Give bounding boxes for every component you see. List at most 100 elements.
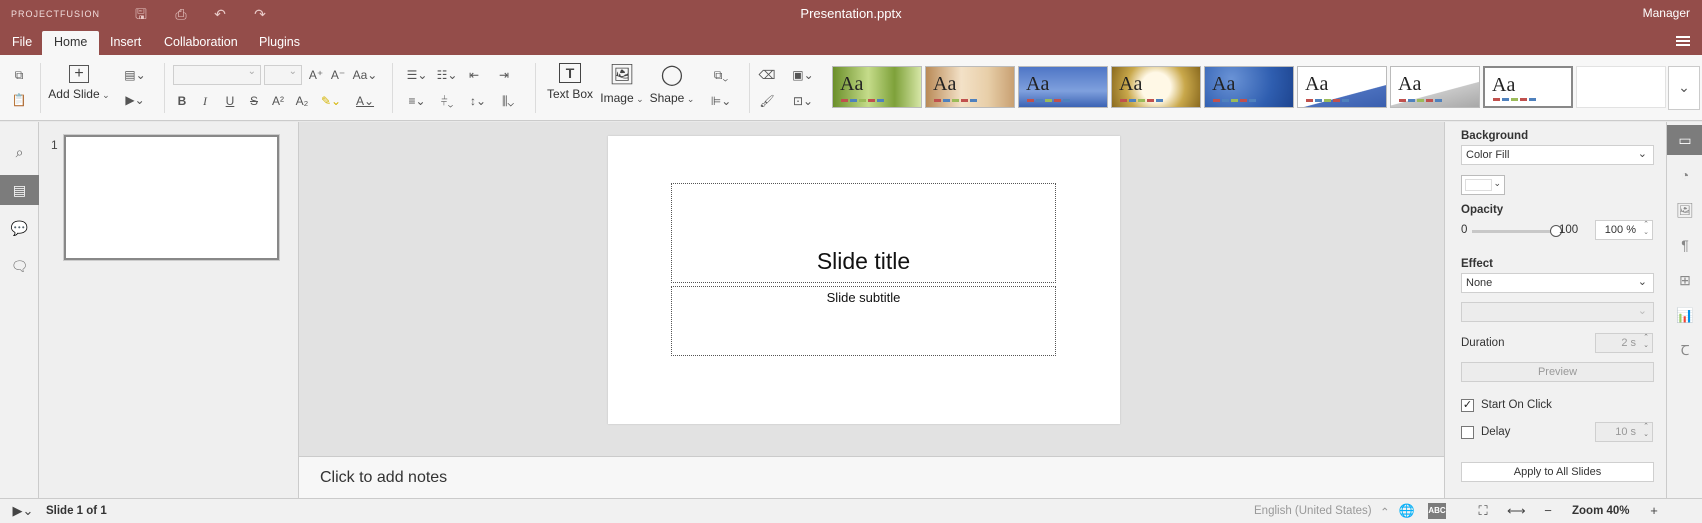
subscript-icon[interactable]: A₂ — [293, 93, 311, 109]
shape-settings-icon[interactable]: ◔ — [1667, 160, 1702, 190]
slides-icon[interactable]: ▤ — [0, 175, 39, 205]
paragraph-settings-icon[interactable]: ¶ — [1667, 230, 1702, 260]
menu-icon[interactable] — [1676, 36, 1690, 46]
table-settings-icon[interactable]: ⊞ — [1667, 265, 1702, 295]
theme-gallery-expand-icon[interactable]: ⌄ — [1668, 66, 1700, 110]
subtitle-placeholder[interactable]: Slide subtitle — [671, 286, 1056, 356]
effect-select[interactable]: None — [1461, 273, 1654, 293]
font-name-combo[interactable] — [173, 65, 261, 85]
line-spacing-icon[interactable]: ↕⌄ — [465, 93, 491, 109]
theme-thumbnail-empty[interactable] — [1576, 66, 1666, 108]
tab-insert[interactable]: Insert — [98, 31, 153, 55]
zoom-out-icon[interactable]: − — [1539, 503, 1557, 519]
shape-button[interactable]: ◯ Shape ⌄ — [649, 63, 695, 105]
add-slide-button[interactable]: + Add Slide ⌄ — [48, 65, 110, 101]
slideshow-start-icon[interactable]: ▶⌄ — [10, 503, 36, 519]
clear-style-icon[interactable]: ⌫ — [758, 67, 776, 83]
chat-icon[interactable]: 🗨 — [0, 251, 39, 281]
bullets-icon[interactable]: ☰⌄ — [404, 67, 430, 83]
delay-input[interactable]: 10 s — [1595, 422, 1653, 442]
background-color-picker[interactable]: ⌄ — [1461, 175, 1505, 195]
image-button[interactable]: 🖼 Image ⌄ — [600, 63, 644, 105]
theme-thumbnail[interactable]: Aa — [1297, 66, 1387, 108]
text-box-icon: T — [559, 63, 581, 83]
superscript-icon[interactable]: A² — [269, 93, 287, 109]
language-chevron-icon[interactable]: ⌃ — [1380, 505, 1390, 519]
color-swatch — [1465, 179, 1492, 191]
image-settings-icon[interactable]: 🖼 — [1667, 195, 1702, 225]
globe-icon[interactable]: 🌐 — [1398, 503, 1416, 519]
image-label: Image — [600, 91, 634, 105]
search-icon[interactable]: ⌕ — [0, 137, 39, 167]
apply-to-all-slides-button[interactable]: Apply to All Slides — [1461, 462, 1654, 482]
font-size-combo[interactable] — [264, 65, 302, 85]
chart-settings-icon[interactable]: 📊 — [1667, 300, 1702, 330]
tab-file[interactable]: File — [0, 31, 44, 55]
title-placeholder[interactable]: Slide title — [671, 183, 1056, 283]
italic-icon[interactable]: I — [196, 93, 214, 109]
print-icon[interactable]: ⎙ — [172, 5, 190, 23]
slideshow-icon[interactable]: ▶⌄ — [122, 92, 148, 108]
theme-thumbnail[interactable]: Aa — [1111, 66, 1201, 108]
opacity-input[interactable]: 100 % — [1595, 220, 1653, 240]
underline-icon[interactable]: U — [221, 93, 239, 109]
tab-home[interactable]: Home — [42, 31, 100, 55]
change-case-icon[interactable]: Aa⌄ — [351, 67, 379, 83]
fit-slide-icon[interactable]: ⛶ — [1474, 503, 1492, 519]
background-fill-select[interactable]: Color Fill — [1461, 145, 1654, 165]
start-on-click-label: Start On Click — [1481, 399, 1552, 411]
strikethrough-icon[interactable]: S — [245, 93, 263, 109]
theme-color-dots — [1213, 99, 1257, 102]
slide-thumbnail[interactable] — [63, 134, 280, 261]
font-color-icon[interactable]: A⌄ — [352, 93, 378, 109]
zoom-level: Zoom 40% — [1572, 505, 1630, 517]
theme-thumbnail[interactable]: Aa — [1390, 66, 1480, 108]
theme-thumbnail[interactable]: Aa — [1018, 66, 1108, 108]
redo-icon[interactable]: ↷ — [251, 5, 269, 23]
color-scheme-icon[interactable]: ▣⌄ — [790, 67, 816, 83]
delay-checkbox[interactable] — [1461, 426, 1474, 439]
language-select[interactable]: English (United States) — [1254, 505, 1372, 517]
notes-area[interactable]: Click to add notes — [299, 456, 1444, 498]
numbering-icon[interactable]: ☷⌄ — [434, 67, 460, 83]
align-left-icon[interactable]: ≡⌄ — [404, 93, 430, 109]
preview-button[interactable]: Preview — [1461, 362, 1654, 382]
text-art-settings-icon[interactable]: Ꞇ — [1667, 335, 1702, 365]
highlight-icon[interactable]: ✎⌄ — [318, 93, 344, 109]
opacity-slider-track[interactable] — [1472, 230, 1556, 233]
start-on-click-checkbox[interactable]: ✓ — [1461, 399, 1474, 412]
copy-icon[interactable]: ⧉ — [10, 67, 28, 83]
effect-type-select[interactable] — [1461, 302, 1654, 322]
user-name[interactable]: Manager — [1643, 6, 1690, 20]
fit-width-icon[interactable]: ⟷ — [1507, 503, 1526, 519]
zoom-in-icon[interactable]: + — [1645, 503, 1663, 519]
spellcheck-icon[interactable]: ABC — [1428, 503, 1446, 519]
text-box-button[interactable]: T Text Box — [545, 63, 595, 101]
duration-input[interactable]: 2 s — [1595, 333, 1653, 353]
decrease-indent-icon[interactable]: ⇤ — [465, 67, 483, 83]
arrange-icon[interactable]: ⧉⌄ — [708, 67, 734, 83]
columns-icon[interactable]: ⫼⌄ — [495, 93, 521, 109]
save-icon[interactable]: 🖫 — [132, 5, 150, 23]
theme-thumbnail[interactable]: Aa — [925, 66, 1015, 108]
font-grow-icon[interactable]: A⁺ — [307, 67, 325, 83]
ribbon-tabs: File Home Insert Collaboration Plugins — [0, 28, 1702, 55]
increase-indent-icon[interactable]: ⇥ — [495, 67, 513, 83]
tab-collaboration[interactable]: Collaboration — [152, 31, 250, 55]
bold-icon[interactable]: B — [173, 93, 191, 109]
font-shrink-icon[interactable]: A⁻ — [329, 67, 347, 83]
slide-size-icon[interactable]: ⊡⌄ — [790, 93, 816, 109]
align-shapes-icon[interactable]: ⊫⌄ — [708, 93, 734, 109]
layout-icon[interactable]: ▤⌄ — [122, 67, 148, 83]
undo-icon[interactable]: ↶ — [211, 5, 229, 23]
paste-icon[interactable]: 📋 — [10, 92, 28, 108]
tab-plugins[interactable]: Plugins — [247, 31, 312, 55]
comments-icon[interactable]: 💬 — [0, 213, 39, 243]
theme-thumbnail[interactable]: Aa — [832, 66, 922, 108]
theme-thumbnail-selected[interactable]: Aa — [1483, 66, 1573, 108]
slide-settings-icon[interactable]: ▭ — [1667, 125, 1702, 155]
slide[interactable]: Slide title Slide subtitle — [608, 136, 1120, 424]
vertical-align-icon[interactable]: ⫩⌄ — [434, 93, 460, 109]
theme-thumbnail[interactable]: Aa — [1204, 66, 1294, 108]
copy-style-icon[interactable]: 🖌 — [758, 93, 776, 109]
